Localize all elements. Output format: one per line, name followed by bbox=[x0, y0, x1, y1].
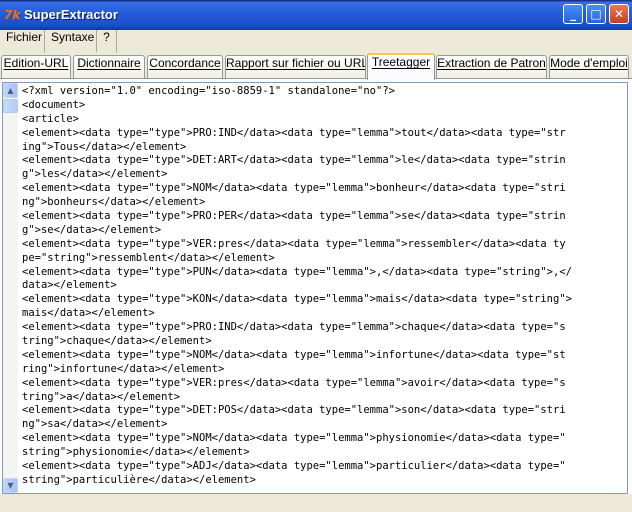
tk-feather-icon: 7k bbox=[4, 8, 21, 22]
code-line: <element><data type="type">PRO:IND</data… bbox=[22, 126, 566, 139]
tab-label: Treetagger bbox=[371, 55, 431, 69]
code-line: tring">chaque</data></element> bbox=[22, 335, 212, 348]
tab-bar: Edition-URL Dictionnaire Concordance Rap… bbox=[0, 53, 632, 80]
maximize-icon: □ bbox=[590, 7, 602, 21]
tab-mode-emploi[interactable]: Mode d'emploi bbox=[549, 55, 629, 79]
code-line: data></element> bbox=[22, 279, 117, 292]
scroll-thumb[interactable] bbox=[3, 99, 18, 113]
code-line: <element><data type="type">VER:pres</dat… bbox=[22, 376, 566, 389]
code-line: pe="string">ressemblent</data></element> bbox=[22, 251, 275, 264]
tab-edition-url[interactable]: Edition-URL bbox=[1, 55, 71, 79]
tab-concordance[interactable]: Concordance bbox=[147, 55, 223, 79]
code-line: ng">sa</data></element> bbox=[22, 418, 168, 431]
code-line: <element><data type="type">PUN</data><da… bbox=[22, 265, 572, 278]
code-line: <?xml version="1.0" encoding="iso-8859-1… bbox=[22, 85, 395, 97]
code-line: <element><data type="type">DET:POS</data… bbox=[22, 404, 566, 417]
tab-extraction-patron[interactable]: Extraction de Patron bbox=[436, 55, 547, 79]
code-line: ring">infortune</data></element> bbox=[22, 362, 225, 375]
vertical-scrollbar[interactable]: ▲ ▼ bbox=[3, 83, 18, 493]
code-line: tring">a</data></element> bbox=[22, 390, 181, 403]
tab-label: Extraction de Patron bbox=[437, 56, 546, 70]
xml-output[interactable]: <?xml version="1.0" encoding="iso-8859-1… bbox=[22, 85, 628, 492]
code-line: <element><data type="type">NOM</data><da… bbox=[22, 182, 566, 195]
code-line: g">les</data></element> bbox=[22, 168, 168, 181]
code-line: ng">bonheurs</data></element> bbox=[22, 196, 206, 209]
code-line: <element><data type="type">NOM</data><da… bbox=[22, 348, 566, 361]
code-line: <element><data type="type">PRO:IND</data… bbox=[22, 321, 566, 334]
menu-help[interactable]: ? bbox=[97, 30, 117, 52]
tab-label: Dictionnaire bbox=[77, 56, 141, 70]
tab-label: Edition-URL bbox=[3, 56, 69, 70]
code-line: <element><data type="type">KON</data><da… bbox=[22, 293, 572, 306]
window-bottom bbox=[0, 494, 632, 512]
code-line: string">physionomie</data></element> bbox=[22, 446, 250, 459]
tab-rapport[interactable]: Rapport sur fichier ou URL bbox=[225, 55, 366, 79]
code-line: <element><data type="type">VER:pres</dat… bbox=[22, 237, 566, 250]
scroll-down-button[interactable]: ▼ bbox=[3, 478, 18, 493]
code-line: <element><data type="type">PRO:PER</data… bbox=[22, 210, 566, 223]
code-line: <element><data type="type">ADJ</data><da… bbox=[22, 460, 566, 473]
close-icon: ✕ bbox=[613, 7, 625, 21]
menu-syntaxe[interactable]: Syntaxe bbox=[45, 30, 97, 52]
code-line: mais</data></element> bbox=[22, 307, 155, 320]
window-title: SuperExtractor bbox=[24, 7, 118, 22]
arrow-up-icon: ▲ bbox=[7, 86, 14, 95]
tab-treetagger[interactable]: Treetagger bbox=[367, 53, 435, 80]
close-button[interactable]: ✕ bbox=[609, 4, 629, 24]
menu-fichier[interactable]: Fichier bbox=[0, 30, 45, 52]
code-line: <article> bbox=[22, 112, 79, 125]
menu-bar: Fichier Syntaxe ? bbox=[0, 30, 632, 52]
tab-label: Concordance bbox=[149, 56, 221, 70]
code-line: <element><data type="type">DET:ART</data… bbox=[22, 154, 566, 167]
maximize-button[interactable]: □ bbox=[586, 4, 606, 24]
title-bar[interactable]: 7k SuperExtractor _ □ ✕ bbox=[0, 0, 632, 30]
tab-dictionnaire[interactable]: Dictionnaire bbox=[73, 55, 145, 79]
arrow-down-icon: ▼ bbox=[7, 481, 14, 490]
minimize-icon: _ bbox=[570, 7, 576, 21]
code-line: g">se</data></element> bbox=[22, 223, 162, 236]
tab-label: Rapport sur fichier ou URL bbox=[226, 56, 366, 70]
code-line: <element><data type="type">NOM</data><da… bbox=[22, 432, 566, 445]
code-line: <document> bbox=[22, 98, 86, 111]
code-line: ing">Tous</data></element> bbox=[22, 140, 187, 153]
tab-label: Mode d'emploi bbox=[550, 56, 628, 70]
scroll-up-button[interactable]: ▲ bbox=[3, 83, 18, 98]
code-line: string">particulière</data></element> bbox=[22, 473, 256, 486]
minimize-button[interactable]: _ bbox=[563, 4, 583, 24]
